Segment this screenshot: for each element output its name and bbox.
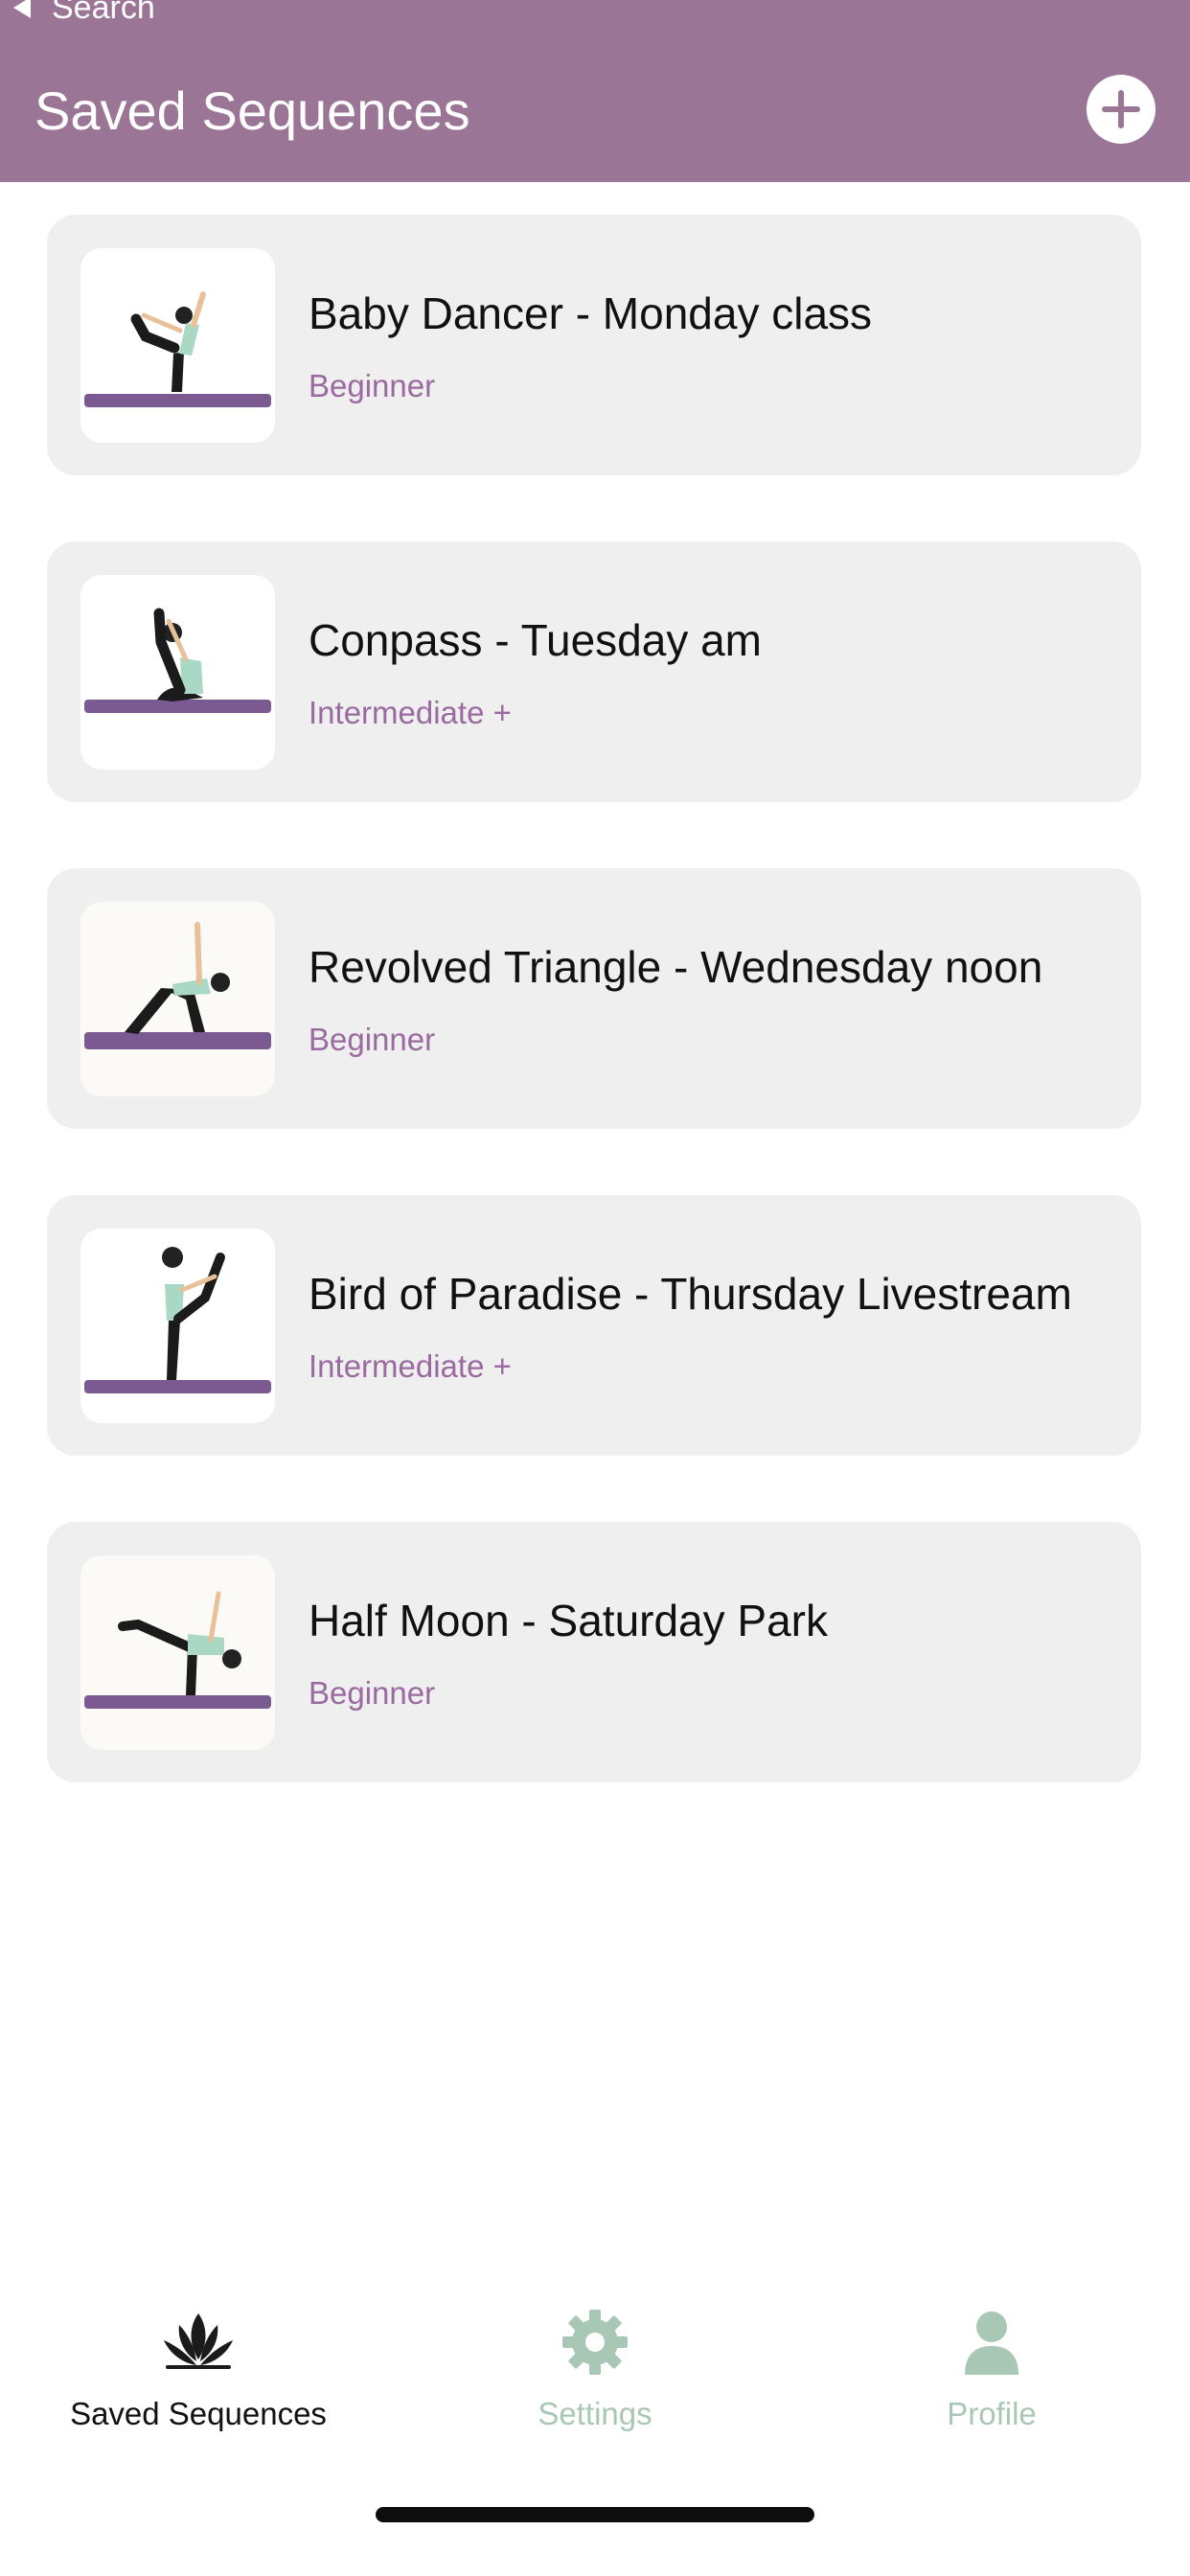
sequence-title: Revolved Triangle - Wednesday noon bbox=[309, 942, 1043, 992]
pose-thumbnail bbox=[80, 575, 275, 770]
pose-thumbnail bbox=[80, 248, 275, 443]
tab-label: Profile bbox=[947, 2396, 1037, 2431]
yoga-compass-pose-illustration bbox=[84, 608, 271, 713]
sequence-title: Half Moon - Saturday Park bbox=[309, 1596, 829, 1645]
sequence-card[interactable]: Conpass - Tuesday am Intermediate + bbox=[47, 541, 1141, 802]
pose-thumbnail bbox=[80, 1555, 275, 1750]
add-sequence-button[interactable] bbox=[1087, 75, 1156, 144]
yoga-dancer-pose-illustration bbox=[84, 291, 271, 407]
yoga-bird-of-paradise-illustration bbox=[84, 1247, 271, 1393]
sequence-title: Conpass - Tuesday am bbox=[309, 615, 763, 665]
yoga-half-moon-illustration bbox=[84, 1591, 271, 1709]
tab-saved-sequences[interactable]: Saved Sequences bbox=[0, 2290, 397, 2463]
gear-icon bbox=[562, 2310, 628, 2375]
person-icon bbox=[965, 2312, 1018, 2375]
sequence-card[interactable]: Half Moon - Saturday Park Beginner bbox=[47, 1522, 1141, 1782]
tab-bar: Saved Sequences Settings Profile bbox=[0, 2290, 1190, 2472]
yoga-revolved-triangle-illustration bbox=[84, 922, 271, 1049]
sequence-level: Intermediate + bbox=[309, 695, 512, 730]
sequence-level: Intermediate + bbox=[309, 1348, 512, 1384]
tab-settings[interactable]: Settings bbox=[397, 2290, 793, 2463]
tab-label: Settings bbox=[538, 2396, 652, 2431]
sequence-level: Beginner bbox=[309, 1022, 436, 1057]
lotus-icon bbox=[164, 2313, 233, 2369]
page-title: Saved Sequences bbox=[34, 80, 470, 141]
home-indicator bbox=[376, 2507, 814, 2522]
pose-thumbnail bbox=[80, 902, 275, 1096]
sequence-title: Bird of Paradise - Thursday Livestream bbox=[309, 1269, 1072, 1319]
back-button[interactable]: Search bbox=[13, 0, 155, 29]
sequence-title: Baby Dancer - Monday class bbox=[309, 288, 873, 338]
tab-profile[interactable]: Profile bbox=[793, 2290, 1190, 2463]
back-arrow-icon bbox=[13, 0, 31, 18]
sequence-card[interactable]: Baby Dancer - Monday class Beginner bbox=[47, 215, 1141, 475]
sequence-card[interactable]: Bird of Paradise - Thursday Livestream I… bbox=[47, 1195, 1141, 1456]
tab-label: Saved Sequences bbox=[70, 2396, 327, 2431]
sequence-card[interactable]: Revolved Triangle - Wednesday noon Begin… bbox=[47, 868, 1141, 1129]
sequence-list: Baby Dancer - Monday class Beginner Conp… bbox=[47, 215, 1141, 1849]
pose-thumbnail bbox=[80, 1229, 275, 1423]
sequence-level: Beginner bbox=[309, 368, 436, 403]
nav-header: Search Saved Sequences bbox=[0, 0, 1190, 182]
sequence-level: Beginner bbox=[309, 1675, 436, 1711]
back-label: Search bbox=[52, 0, 155, 26]
